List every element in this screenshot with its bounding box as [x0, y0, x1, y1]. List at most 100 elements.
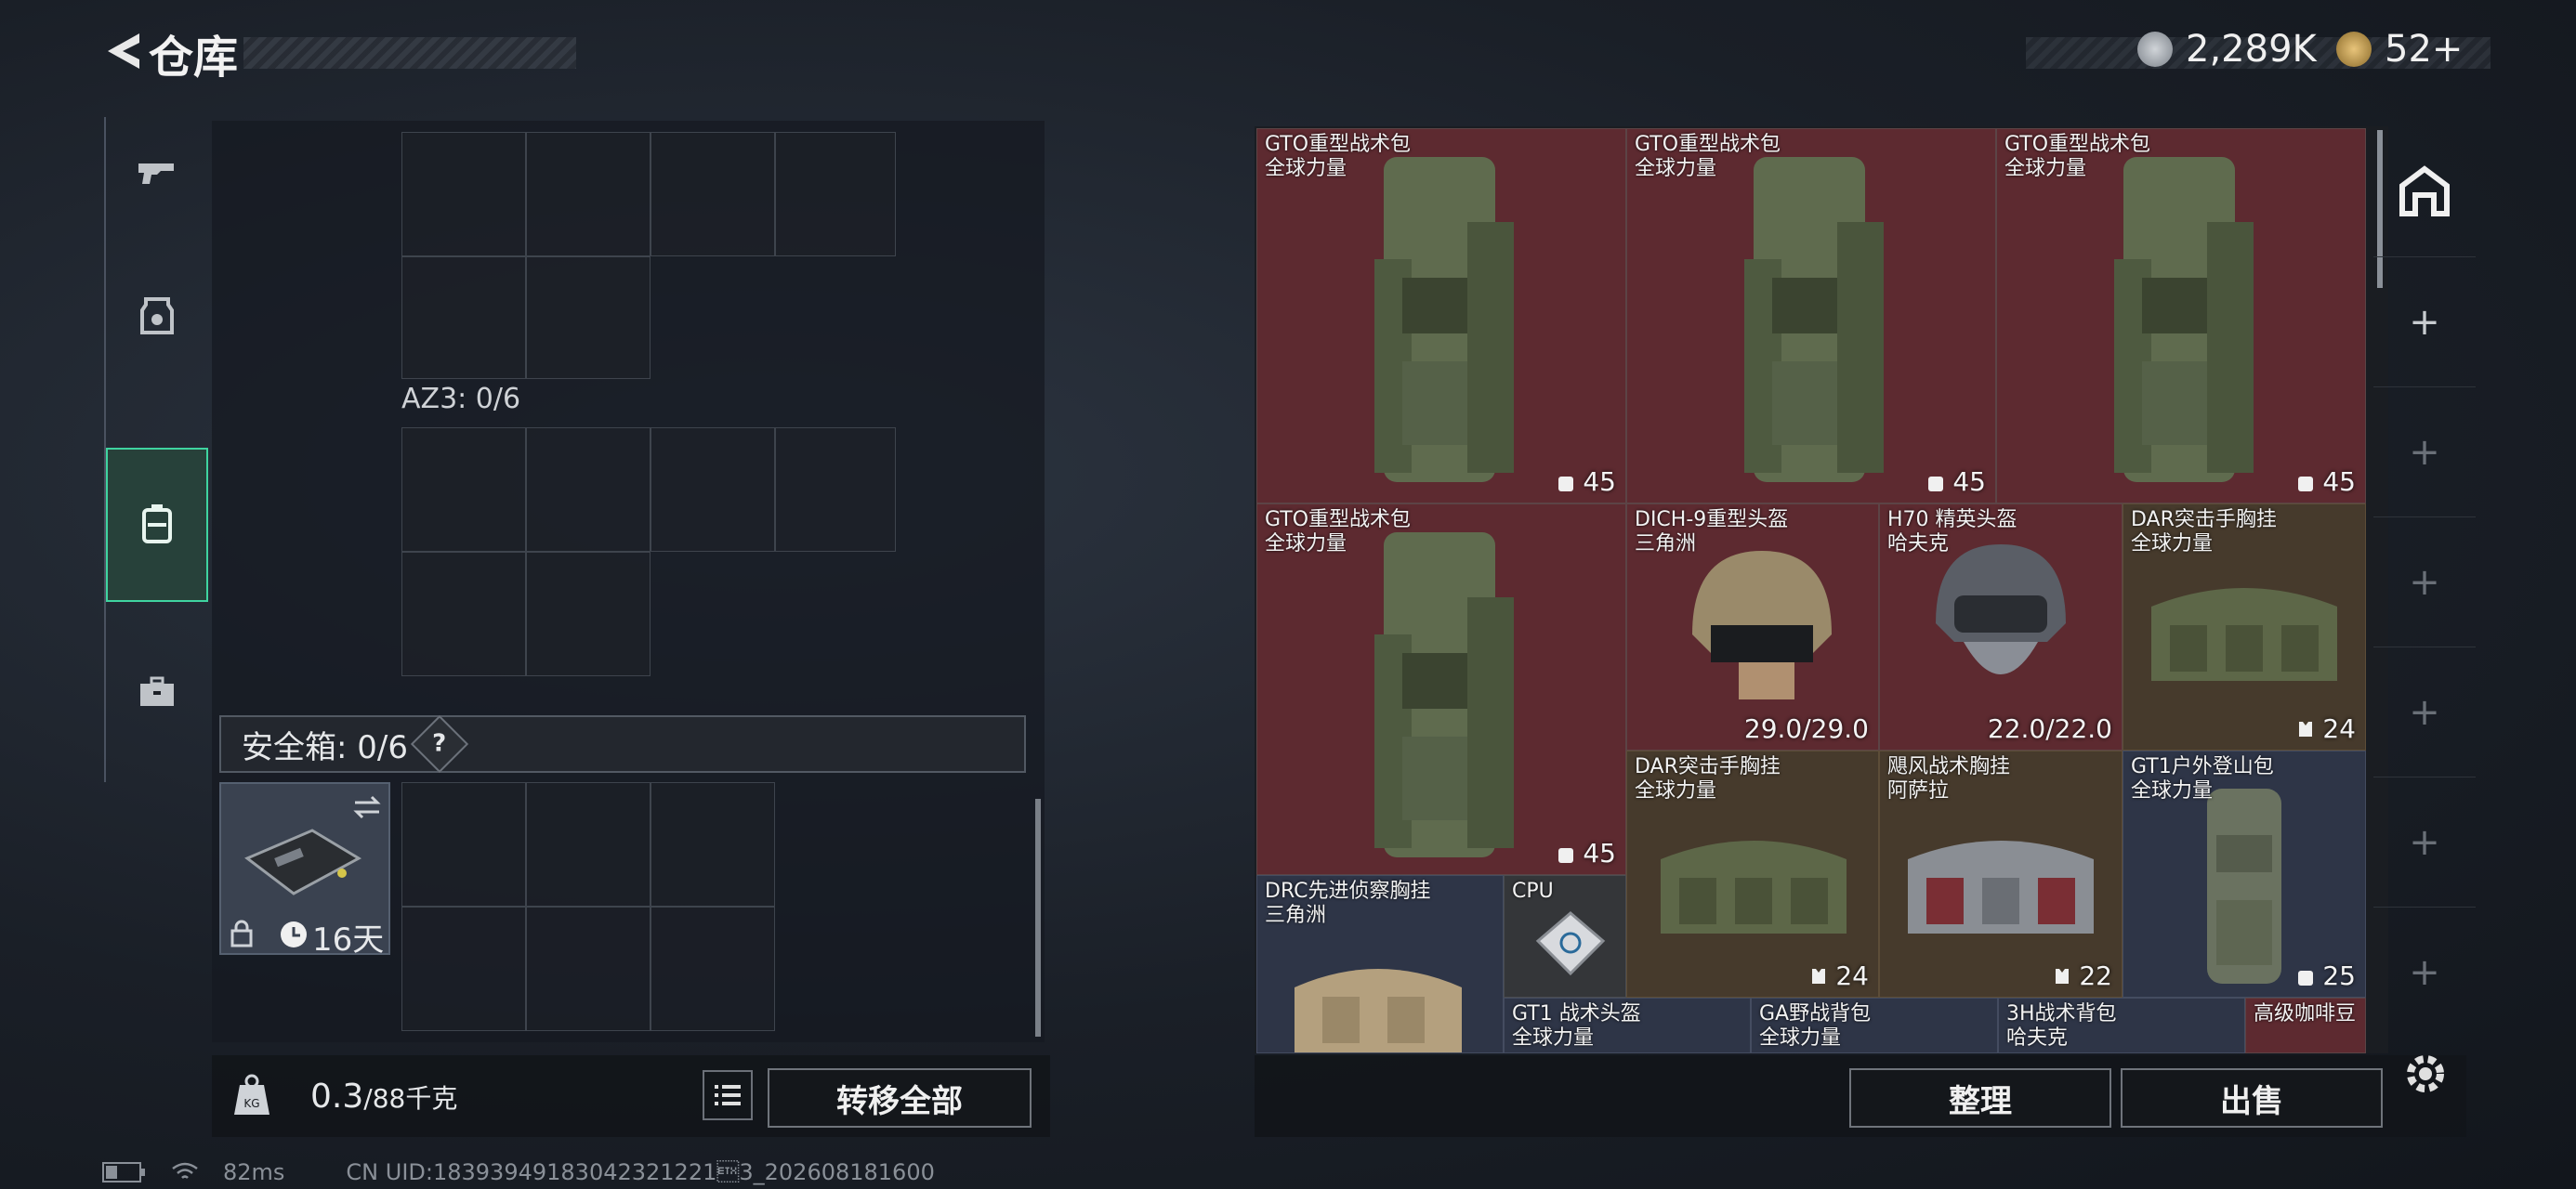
item-name: 飓风战术胸挂 [1887, 755, 2011, 778]
uid-text: CN UID:183939491830423212213_2026081816… [346, 1159, 935, 1185]
add-storage-button[interactable]: + [2373, 386, 2476, 517]
inventory-item[interactable]: 高级咖啡豆 [2245, 998, 2366, 1053]
gun-icon [138, 163, 174, 184]
inventory-item[interactable]: DAR突击手胸挂 全球力量 24 [2123, 503, 2366, 751]
safe-slot[interactable] [526, 907, 651, 1031]
inventory-item[interactable]: CPU [1504, 875, 1626, 998]
svg-text:KG: KG [243, 1097, 259, 1110]
sort-button[interactable]: 整理 [1849, 1068, 2111, 1128]
backpack-icon [1374, 532, 1514, 857]
inventory-item[interactable]: GT1 战术头盔 全球力量 [1504, 998, 1751, 1053]
inventory-item[interactable]: GTO重型战术包 全球力量 45 [1256, 128, 1626, 503]
plus-icon: + [2409, 691, 2440, 734]
safe-slot[interactable] [651, 907, 775, 1031]
add-storage-button[interactable]: + [2373, 256, 2476, 387]
gear-icon[interactable] [2401, 1050, 2450, 1098]
weight-max: /88千克 [363, 1083, 458, 1114]
swap-icon [353, 795, 381, 819]
safe-slot[interactable] [401, 907, 526, 1031]
item-name: 高级咖啡豆 [2254, 1002, 2357, 1026]
grid-slot[interactable] [401, 256, 526, 379]
ping-text: 82ms [223, 1159, 285, 1185]
inventory-item[interactable]: 飓风战术胸挂 阿萨拉 22 [1879, 751, 2123, 998]
grid-slot[interactable] [775, 427, 896, 552]
safe-timer: 16天 [312, 921, 385, 959]
nav-weapons[interactable] [106, 117, 208, 229]
vest-small-icon [2299, 721, 2313, 737]
safe-box-item[interactable]: 16天 [219, 782, 390, 959]
clock-icon [281, 921, 307, 947]
item-name: DICH-9重型头盔 [1635, 508, 1789, 531]
battery-icon [102, 1162, 145, 1182]
item-name: GA野战背包 [1759, 1002, 1872, 1026]
grid-slot[interactable] [775, 132, 896, 256]
backpack-icon [1374, 157, 1514, 482]
inventory-item[interactable]: GTO重型战术包 全球力量 45 [1626, 128, 1996, 503]
nav-backpacks[interactable] [106, 448, 208, 602]
inventory-item[interactable]: 3H战术背包 哈夫克 [1998, 998, 2245, 1053]
storage-tabs: + + + + + + [2373, 126, 2476, 1053]
plus-icon: + [2409, 561, 2440, 604]
plus-icon: + [2409, 301, 2440, 344]
grid-slot[interactable] [401, 552, 526, 676]
grid-slot[interactable] [401, 132, 526, 256]
inventory-item[interactable]: H70 精英头盔 哈夫克 22.0/22.0 [1879, 503, 2123, 751]
back-arrow-icon[interactable] [102, 28, 149, 74]
toolbox-icon [140, 676, 174, 706]
container-scrollbar[interactable] [1035, 799, 1041, 1037]
currency-coins-value: 2,289K [2186, 28, 2317, 71]
weight-icon: KG [234, 1074, 269, 1115]
grid-slot[interactable] [401, 427, 526, 552]
grid-slot[interactable] [651, 132, 775, 256]
add-storage-button[interactable]: + [2373, 647, 2476, 777]
nav-toolbox[interactable] [106, 637, 208, 749]
helmet-icon [1936, 544, 2066, 674]
inventory-item[interactable]: DRC先进侦察胸挂 三角洲 [1256, 875, 1504, 1053]
safe-slot[interactable] [526, 782, 651, 907]
item-capacity: 45 [1952, 466, 1986, 497]
item-name: H70 精英头盔 [1887, 508, 2017, 531]
inventory-item[interactable]: DICH-9重型头盔 三角洲 29.0/29.0 [1626, 503, 1879, 751]
add-storage-button[interactable]: + [2373, 777, 2476, 908]
item-faction: 哈夫克 [2006, 1026, 2069, 1050]
grid-slot[interactable] [526, 552, 651, 676]
item-durability: 22.0/22.0 [1987, 713, 2112, 744]
inventory-item[interactable]: GTO重型战术包 全球力量 45 [1256, 503, 1626, 875]
list-view-button[interactable] [703, 1070, 753, 1120]
backpack-icon [142, 504, 172, 543]
item-faction: 阿萨拉 [1887, 779, 1950, 803]
currency-coins: 2,289K [2137, 28, 2317, 71]
storage-tab-main[interactable] [2373, 126, 2476, 256]
help-icon[interactable]: ? [410, 714, 469, 774]
sell-button[interactable]: 出售 [2121, 1068, 2383, 1128]
list-icon [715, 1085, 741, 1105]
safe-slot[interactable] [401, 782, 526, 907]
currency-tickets-value: 52+ [2385, 28, 2464, 71]
backpack-small-icon [2298, 970, 2314, 986]
transfer-all-button[interactable]: 转移全部 [768, 1068, 1032, 1128]
inventory-item[interactable]: GTO重型战术包 全球力量 45 [1996, 128, 2366, 503]
grid-slot[interactable] [526, 427, 651, 552]
item-faction: 全球力量 [1635, 779, 1717, 803]
inventory-item[interactable]: DAR突击手胸挂 全球力量 24 [1626, 751, 1879, 998]
grid-slot[interactable] [526, 132, 651, 256]
add-storage-button[interactable]: + [2373, 516, 2476, 647]
inventory-item[interactable]: GA野战背包 全球力量 [1751, 998, 1998, 1053]
category-nav [104, 117, 208, 782]
item-faction: 全球力量 [1512, 1026, 1595, 1050]
safe-slot[interactable] [651, 782, 775, 907]
nav-armor[interactable] [106, 260, 208, 372]
grid-slot[interactable] [526, 256, 651, 379]
add-storage-button[interactable]: + [2373, 907, 2476, 1038]
item-capacity: 24 [2322, 713, 2356, 744]
plus-icon: + [2409, 821, 2440, 864]
grid-slot[interactable] [651, 427, 775, 552]
cpu-icon [1535, 911, 1606, 976]
silver-coin-icon [2137, 32, 2173, 67]
help-glyph: ? [432, 730, 447, 758]
currency-tickets[interactable]: 52+ [2336, 28, 2463, 71]
item-durability: 29.0/29.0 [1743, 713, 1869, 744]
item-name: GTO重型战术包 [1265, 133, 1412, 156]
inventory-item[interactable]: GT1户外登山包 全球力量 25 [2123, 751, 2366, 998]
item-name: DAR突击手胸挂 [1635, 755, 1781, 778]
